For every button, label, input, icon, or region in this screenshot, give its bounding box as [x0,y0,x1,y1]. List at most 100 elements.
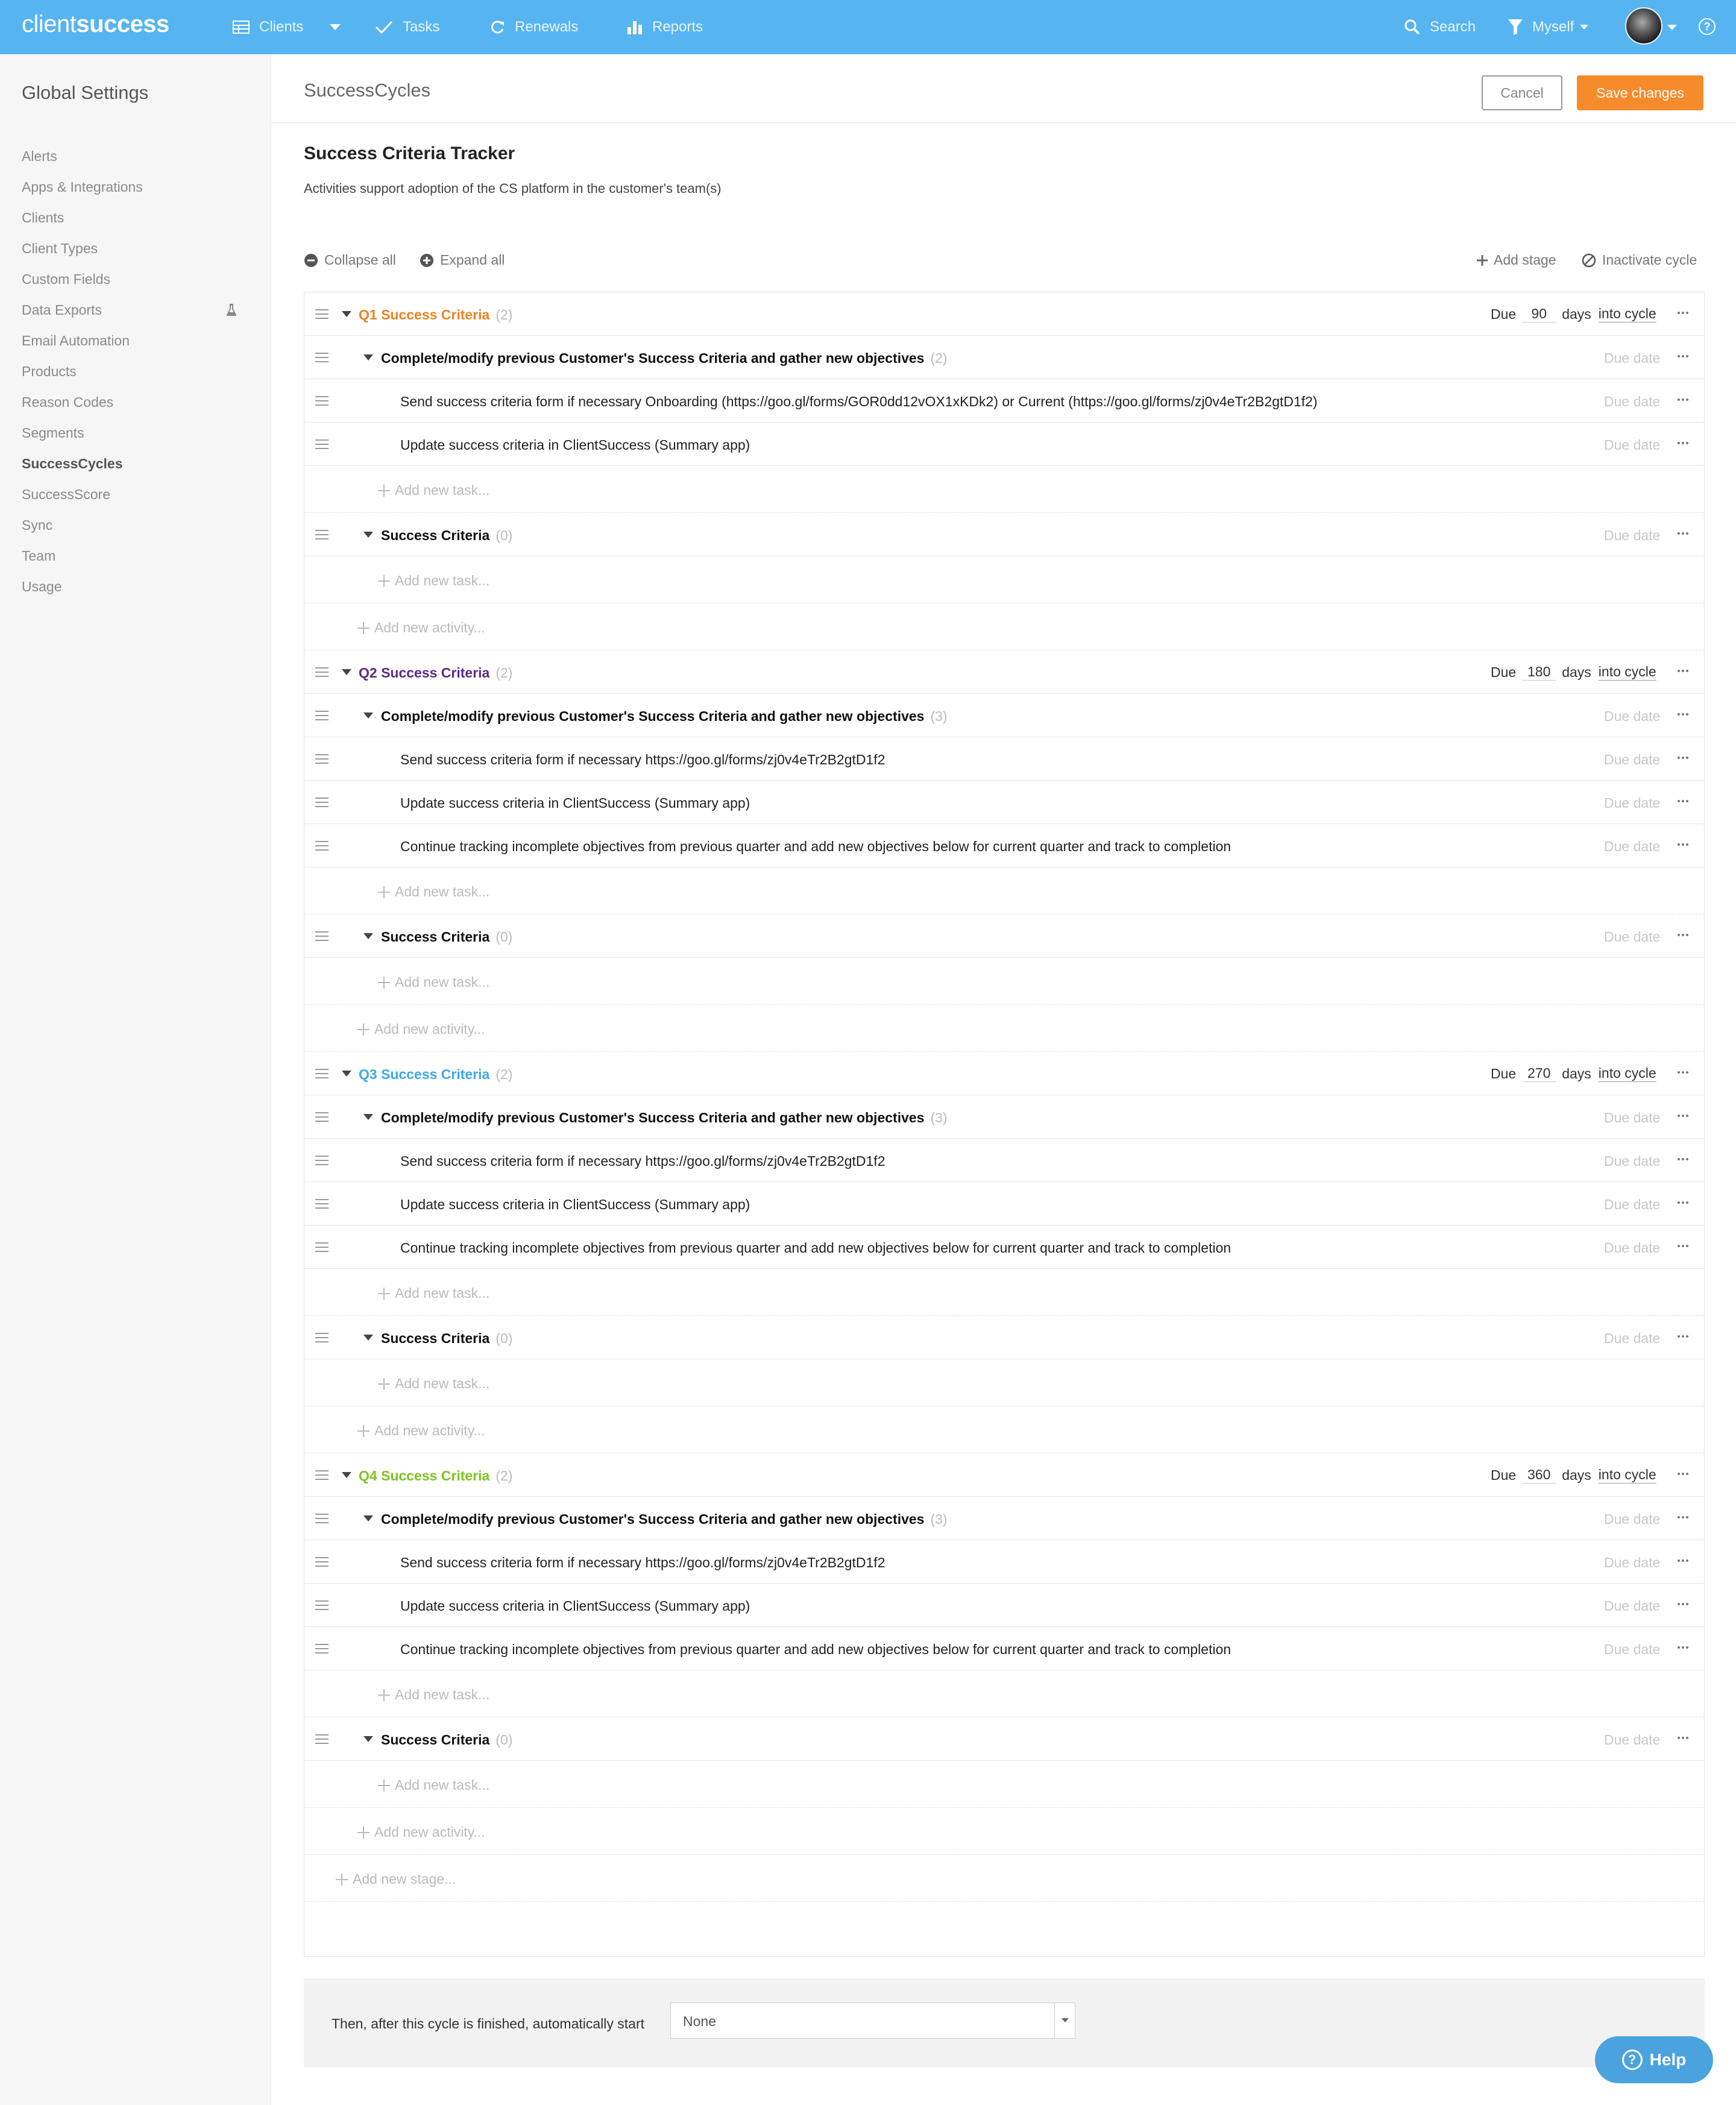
due-date-field[interactable]: Due date [1604,708,1660,725]
into-cycle-select[interactable]: into cycle [1598,1065,1656,1082]
caret-down-icon[interactable] [363,532,373,538]
add-stage-button[interactable]: Add stage [1477,252,1556,268]
sidebar-item-clients[interactable]: Clients [22,210,64,226]
into-cycle-select[interactable]: into cycle [1598,1467,1656,1484]
more-options-icon[interactable] [1678,1737,1691,1740]
due-date-field[interactable]: Due date [1604,1240,1660,1256]
sidebar-item-data-exports[interactable]: Data Exports [22,302,102,318]
nav-clients[interactable]: Clients [233,0,341,54]
more-options-icon[interactable] [1678,670,1691,673]
help-circle-icon[interactable]: ? [1699,18,1716,35]
sidebar-item-usage[interactable]: Usage [22,579,61,595]
more-options-icon[interactable] [1678,1115,1691,1118]
due-days-input[interactable]: 90 [1522,306,1556,323]
expand-all-button[interactable]: Expand all [420,252,505,268]
drag-handle-icon[interactable] [315,353,329,362]
stage-row[interactable]: Q4 Success Criteria (2) Due 360 days into cyc… [304,1453,1704,1497]
task-name[interactable]: Update success criteria in ClientSuccess… [400,795,750,811]
nav-renewals[interactable]: Renewals [489,0,578,54]
due-date-field[interactable]: Due date [1604,394,1660,410]
due-date-field[interactable]: Due date [1604,1330,1660,1347]
drag-handle-icon[interactable] [315,309,329,319]
sidebar-item-email-automation[interactable]: Email Automation [22,333,130,349]
due-date-field[interactable]: Due date [1604,350,1660,367]
chevron-down-icon[interactable] [330,24,341,30]
drag-handle-icon[interactable] [315,1112,329,1122]
into-cycle-select[interactable]: into cycle [1598,664,1656,681]
stage-name[interactable]: Q1 Success Criteria (2) [359,307,512,323]
task-row[interactable]: Send success criteria form if necessary … [304,379,1704,423]
drag-handle-icon[interactable] [315,1156,329,1165]
activity-name[interactable]: Success Criteria (0) [381,527,512,544]
due-days-input[interactable]: 360 [1522,1467,1556,1484]
task-name[interactable]: Update success criteria in ClientSuccess… [400,437,750,453]
task-name[interactable]: Continue tracking incomplete objectives … [400,1240,1231,1256]
more-options-icon[interactable] [1678,1516,1691,1520]
drag-handle-icon[interactable] [315,1557,329,1567]
sidebar-item-products[interactable]: Products [22,363,77,380]
drag-handle-icon[interactable] [315,1470,329,1480]
more-options-icon[interactable] [1678,713,1691,717]
task-row[interactable]: Send success criteria form if necessary … [304,1540,1704,1584]
task-name[interactable]: Update success criteria in ClientSuccess… [400,1598,750,1614]
nav-filter[interactable]: Myself [1508,0,1589,54]
more-options-icon[interactable] [1678,442,1691,445]
drag-handle-icon[interactable] [315,798,329,807]
caret-down-icon[interactable] [363,1736,373,1742]
drag-handle-icon[interactable] [315,1514,329,1523]
activity-row[interactable]: Success Criteria (0) Due date [304,513,1704,556]
add-new-activity-link[interactable]: Add new activity... [357,620,485,636]
more-options-icon[interactable] [1678,355,1691,359]
inactivate-cycle-button[interactable]: Inactivate cycle [1582,252,1697,268]
drag-handle-icon[interactable] [315,1333,329,1342]
drag-handle-icon[interactable] [315,1644,329,1653]
caret-down-icon[interactable] [363,354,373,360]
more-options-icon[interactable] [1678,312,1691,315]
due-date-field[interactable]: Due date [1604,795,1660,811]
due-date-field[interactable]: Due date [1604,1153,1660,1169]
stage-row[interactable]: Q2 Success Criteria (2) Due 180 days into cyc… [304,650,1704,694]
more-options-icon[interactable] [1678,757,1691,760]
more-options-icon[interactable] [1678,1158,1691,1162]
drag-handle-icon[interactable] [315,841,329,851]
task-row[interactable]: Update success criteria in ClientSuccess… [304,1182,1704,1226]
activity-row[interactable]: Success Criteria (0) Due date [304,1316,1704,1359]
drag-handle-icon[interactable] [315,711,329,720]
more-options-icon[interactable] [1678,1473,1691,1476]
activity-row[interactable]: Complete/modify previous Customer's Succ… [304,694,1704,737]
activity-name[interactable]: Success Criteria (0) [381,1330,512,1347]
caret-down-icon[interactable] [363,1515,373,1521]
task-name[interactable]: Send success criteria form if necessary … [400,394,1318,410]
task-row[interactable]: Update success criteria in ClientSuccess… [304,1584,1704,1627]
more-options-icon[interactable] [1678,1201,1691,1205]
stage-name[interactable]: Q4 Success Criteria (2) [359,1468,512,1484]
nav-reports[interactable]: Reports [627,0,703,54]
sidebar-item-custom-fields[interactable]: Custom Fields [22,271,110,288]
activity-name[interactable]: Success Criteria (0) [381,1732,512,1748]
nav-search[interactable]: Search [1404,0,1476,54]
stage-name[interactable]: Q3 Success Criteria (2) [359,1066,512,1083]
activity-name[interactable]: Complete/modify previous Customer's Succ… [381,350,948,367]
activity-name[interactable]: Complete/modify previous Customer's Succ… [381,708,948,725]
activity-row[interactable]: Complete/modify previous Customer's Succ… [304,1497,1704,1540]
help-button[interactable]: ? Help [1595,2036,1713,2083]
task-row[interactable]: Send success criteria form if necessary … [304,737,1704,781]
sidebar-item-alerts[interactable]: Alerts [22,148,57,165]
drag-handle-icon[interactable] [315,754,329,764]
due-days-input[interactable]: 180 [1522,664,1556,681]
caret-down-icon[interactable] [363,1335,373,1341]
more-options-icon[interactable] [1678,800,1691,804]
drag-handle-icon[interactable] [315,396,329,406]
add-new-task-link[interactable]: Add new task... [378,1687,489,1703]
add-new-task-link[interactable]: Add new task... [378,1777,489,1793]
sidebar-item-sync[interactable]: Sync [22,517,52,533]
caret-down-icon[interactable] [342,669,351,675]
due-date-field[interactable]: Due date [1604,527,1660,544]
more-options-icon[interactable] [1678,1071,1691,1075]
task-name[interactable]: Send success criteria form if necessary … [400,1555,885,1571]
task-row[interactable]: Continue tracking incomplete objectives … [304,1627,1704,1670]
caret-down-icon[interactable] [363,933,373,939]
more-options-icon[interactable] [1678,398,1691,402]
due-date-field[interactable]: Due date [1604,1555,1660,1571]
caret-down-icon[interactable] [342,311,351,317]
